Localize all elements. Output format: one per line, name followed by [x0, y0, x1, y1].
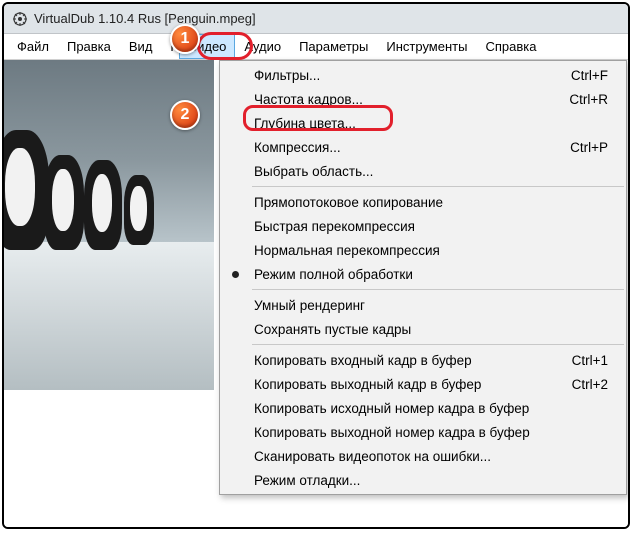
- menuitem-debug[interactable]: Режим отладки...: [220, 468, 626, 492]
- content-area: Фильтры... Ctrl+F Частота кадров... Ctrl…: [4, 60, 628, 527]
- menu-view[interactable]: Вид: [120, 34, 162, 59]
- menuitem-normalrecompress[interactable]: Нормальная перекомпрессия: [220, 238, 626, 262]
- menuitem-copy-out-num[interactable]: Копировать выходной номер кадра в буфер: [220, 420, 626, 444]
- menuitem-selectrange[interactable]: Выбрать область...: [220, 159, 626, 183]
- menubar: Файл Правка Вид Переход Видео Аудио Пара…: [4, 34, 628, 60]
- menuitem-fullprocessing[interactable]: Режим полной обработки: [220, 262, 626, 286]
- menuitem-colordepth[interactable]: Глубина цвета...: [220, 111, 626, 135]
- menuitem-copy-src-num[interactable]: Копировать исходный номер кадра в буфер: [220, 396, 626, 420]
- video-menu-dropdown: Фильтры... Ctrl+F Частота кадров... Ctrl…: [219, 60, 627, 495]
- menuitem-directstream[interactable]: Прямопотоковое копирование: [220, 190, 626, 214]
- menuitem-smartrender[interactable]: Умный рендеринг: [220, 293, 626, 317]
- menu-file[interactable]: Файл: [8, 34, 58, 59]
- menuitem-framerate[interactable]: Частота кадров... Ctrl+R: [220, 87, 626, 111]
- app-window: VirtualDub 1.10.4 Rus [Penguin.mpeg] Фай…: [2, 2, 630, 529]
- menuitem-compression[interactable]: Компрессия... Ctrl+P: [220, 135, 626, 159]
- menu-tools[interactable]: Инструменты: [377, 34, 476, 59]
- menu-separator: [252, 344, 624, 345]
- menuitem-fastrecompress[interactable]: Быстрая перекомпрессия: [220, 214, 626, 238]
- menu-separator: [252, 186, 624, 187]
- window-title: VirtualDub 1.10.4 Rus [Penguin.mpeg]: [34, 11, 256, 26]
- menu-audio[interactable]: Аудио: [235, 34, 290, 59]
- menu-options[interactable]: Параметры: [290, 34, 377, 59]
- titlebar: VirtualDub 1.10.4 Rus [Penguin.mpeg]: [4, 4, 628, 34]
- menuitem-scan-errors[interactable]: Сканировать видеопоток на ошибки...: [220, 444, 626, 468]
- menu-help[interactable]: Справка: [476, 34, 545, 59]
- menu-separator: [252, 289, 624, 290]
- menuitem-keepempty[interactable]: Сохранять пустые кадры: [220, 317, 626, 341]
- menuitem-filters[interactable]: Фильтры... Ctrl+F: [220, 63, 626, 87]
- radio-dot-icon: [220, 271, 250, 278]
- menuitem-copy-out-frame[interactable]: Копировать выходный кадр в буфер Ctrl+2: [220, 372, 626, 396]
- annotation-badge-2: 2: [170, 100, 200, 130]
- annotation-badge-1: 1: [170, 24, 200, 54]
- menuitem-copy-in-frame[interactable]: Копировать входный кадр в буфер Ctrl+1: [220, 348, 626, 372]
- menu-edit[interactable]: Правка: [58, 34, 120, 59]
- app-icon: [12, 11, 28, 27]
